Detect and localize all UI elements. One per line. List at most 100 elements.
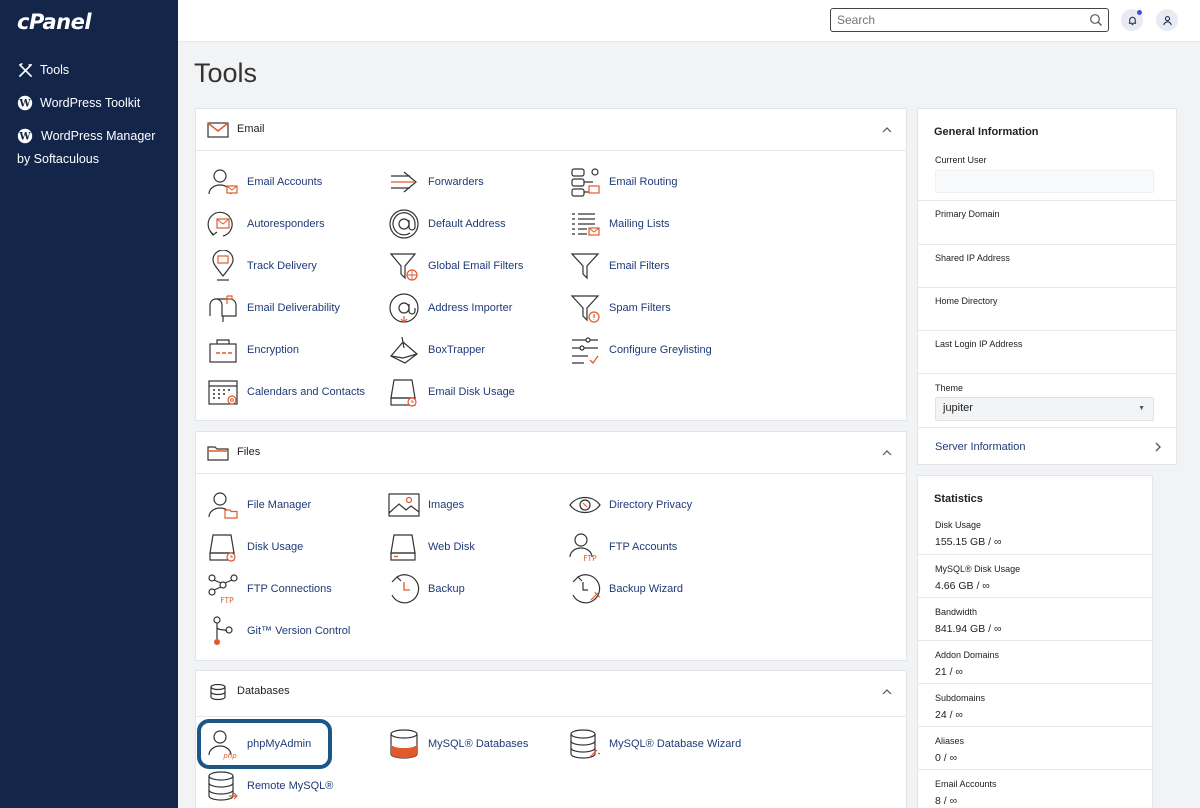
card-title: General Information bbox=[934, 126, 1039, 138]
stat-value: 4.66 GB / ∞ bbox=[935, 580, 990, 592]
tool-mysql-database-wizard[interactable]: MySQL® Database Wizard bbox=[569, 728, 741, 760]
tool-label: File Manager bbox=[247, 499, 312, 511]
tool-label: MySQL® Databases bbox=[428, 738, 529, 750]
tool-remote-mysql[interactable]: Remote MySQL® bbox=[207, 770, 333, 802]
mysql-wizard-icon bbox=[570, 729, 601, 759]
tool-directory-privacy[interactable]: Directory Privacy bbox=[569, 489, 692, 521]
tool-spam-filters[interactable]: Spam Filters bbox=[569, 292, 671, 324]
search-icon[interactable] bbox=[1089, 13, 1103, 27]
theme-select[interactable]: jupiter ▼ bbox=[935, 397, 1154, 421]
chevron-up-icon[interactable] bbox=[881, 447, 893, 459]
stat-value: 841.94 GB / ∞ bbox=[935, 623, 1002, 635]
page-title: Tools bbox=[194, 58, 258, 88]
file-manager-icon bbox=[208, 492, 238, 519]
tool-web-disk[interactable]: Web Disk bbox=[388, 531, 475, 563]
stat-value: 21 / ∞ bbox=[935, 666, 963, 678]
disk-usage-icon bbox=[209, 534, 236, 562]
tool-autoresponders[interactable]: Autoresponders bbox=[207, 208, 325, 240]
section-title: Databases bbox=[237, 685, 290, 697]
tool-backup[interactable]: Backup bbox=[388, 573, 465, 605]
top-bar bbox=[178, 0, 1200, 42]
tool-disk-usage[interactable]: Disk Usage bbox=[207, 531, 303, 563]
row-label: Last Login IP Address bbox=[935, 339, 1023, 349]
caret-down-icon: ▼ bbox=[1138, 405, 1145, 412]
filter-icon bbox=[570, 253, 600, 280]
sidebar-item-tools[interactable]: Tools bbox=[17, 59, 69, 82]
tool-file-manager[interactable]: File Manager bbox=[207, 489, 311, 521]
tool-forwarders[interactable]: Forwarders bbox=[388, 166, 484, 198]
tool-label: Email Deliverability bbox=[247, 302, 340, 314]
home-directory-row: Home Directory bbox=[918, 287, 1176, 330]
mailing-lists-icon bbox=[572, 213, 600, 236]
sidebar-item-wordpress-toolkit[interactable]: W WordPress Toolkit bbox=[17, 92, 140, 115]
tool-email-filters[interactable]: Email Filters bbox=[569, 250, 670, 282]
email-routing-icon bbox=[571, 168, 600, 197]
server-information-link[interactable]: Server Information bbox=[935, 441, 1025, 453]
tool-address-importer[interactable]: Address Importer bbox=[388, 292, 512, 324]
tool-encryption[interactable]: Encryption bbox=[207, 334, 299, 366]
sidebar-item-label: WordPress Toolkit bbox=[40, 96, 141, 110]
general-information-card: General Information Current User Primary… bbox=[917, 108, 1177, 465]
row-label: Shared IP Address bbox=[935, 253, 1010, 263]
search-input[interactable] bbox=[831, 9, 1081, 31]
tool-label: BoxTrapper bbox=[428, 344, 486, 356]
sidebar-item-wordpress-manager[interactable]: W WordPress Manager by Softaculous bbox=[17, 125, 172, 171]
tool-boxtrapper[interactable]: BoxTrapper bbox=[388, 334, 485, 366]
tool-label: Default Address bbox=[428, 218, 506, 230]
user-menu-button[interactable] bbox=[1156, 9, 1178, 31]
chevron-up-icon[interactable] bbox=[881, 686, 893, 698]
notifications-button[interactable] bbox=[1121, 9, 1143, 31]
git-icon bbox=[213, 616, 233, 645]
stat-row: Disk Usage 155.15 GB / ∞ bbox=[918, 511, 1152, 554]
svg-text:W: W bbox=[18, 99, 31, 110]
autoresponders-icon bbox=[207, 211, 233, 237]
folder-icon bbox=[207, 446, 229, 461]
tools-icon bbox=[17, 62, 33, 78]
tool-label: Email Filters bbox=[609, 260, 670, 272]
stat-label: MySQL® Disk Usage bbox=[935, 564, 1021, 574]
row-label: Current User bbox=[935, 155, 987, 165]
tool-track-delivery[interactable]: Track Delivery bbox=[207, 250, 317, 282]
chevron-up-icon[interactable] bbox=[881, 124, 893, 136]
greylisting-icon bbox=[572, 337, 599, 365]
tool-calendars-contacts[interactable]: Calendars and Contacts bbox=[207, 376, 365, 408]
tool-configure-greylisting[interactable]: Configure Greylisting bbox=[569, 334, 712, 366]
tool-default-address[interactable]: Default Address bbox=[388, 208, 506, 240]
tool-email-routing[interactable]: Email Routing bbox=[569, 166, 677, 198]
stat-label: Subdomains bbox=[935, 693, 986, 703]
tool-git-version-control[interactable]: Git™ Version Control bbox=[207, 615, 350, 647]
row-label: Theme bbox=[935, 383, 964, 393]
tool-mailing-lists[interactable]: Mailing Lists bbox=[569, 208, 670, 240]
tool-label: Disk Usage bbox=[247, 541, 304, 553]
stat-row: Bandwidth 841.94 GB / ∞ bbox=[918, 597, 1152, 640]
tool-images[interactable]: Images bbox=[388, 489, 464, 521]
cpanel-logo[interactable]: cPanel bbox=[17, 10, 92, 34]
tool-ftp-accounts[interactable]: FTP FTP Accounts bbox=[569, 531, 677, 563]
tool-email-deliverability[interactable]: Email Deliverability bbox=[207, 292, 340, 324]
tool-label: Images bbox=[428, 499, 465, 511]
tool-ftp-connections[interactable]: FTP FTP Connections bbox=[207, 573, 332, 605]
phpmyadmin-icon: php bbox=[208, 730, 237, 760]
tool-mysql-databases[interactable]: MySQL® Databases bbox=[388, 728, 528, 760]
tool-label: FTP Accounts bbox=[609, 541, 678, 553]
tool-backup-wizard[interactable]: Backup Wizard bbox=[569, 573, 683, 605]
tool-label: FTP Connections bbox=[247, 583, 332, 595]
tool-email-disk-usage[interactable]: Email Disk Usage bbox=[388, 376, 515, 408]
tool-label: Calendars and Contacts bbox=[247, 386, 366, 398]
tool-email-accounts[interactable]: Email Accounts bbox=[207, 166, 322, 198]
tool-label: Email Accounts bbox=[247, 176, 323, 188]
tool-label: Configure Greylisting bbox=[609, 344, 712, 356]
databases-panel-header[interactable]: Databases bbox=[196, 671, 906, 717]
tool-global-email-filters[interactable]: Global Email Filters bbox=[388, 250, 523, 282]
tool-phpmyadmin[interactable]: php phpMyAdmin bbox=[207, 728, 311, 760]
files-panel-header[interactable]: Files bbox=[196, 432, 906, 474]
eye-icon bbox=[569, 496, 601, 514]
theme-value: jupiter bbox=[943, 402, 973, 414]
current-user-value bbox=[935, 170, 1154, 193]
email-panel-header[interactable]: Email bbox=[196, 109, 906, 151]
tool-label: Spam Filters bbox=[609, 302, 671, 314]
row-label: Home Directory bbox=[935, 296, 998, 306]
svg-text:php: php bbox=[222, 752, 237, 760]
server-information-row[interactable]: Server Information bbox=[918, 427, 1176, 465]
stat-value: 24 / ∞ bbox=[935, 709, 963, 721]
